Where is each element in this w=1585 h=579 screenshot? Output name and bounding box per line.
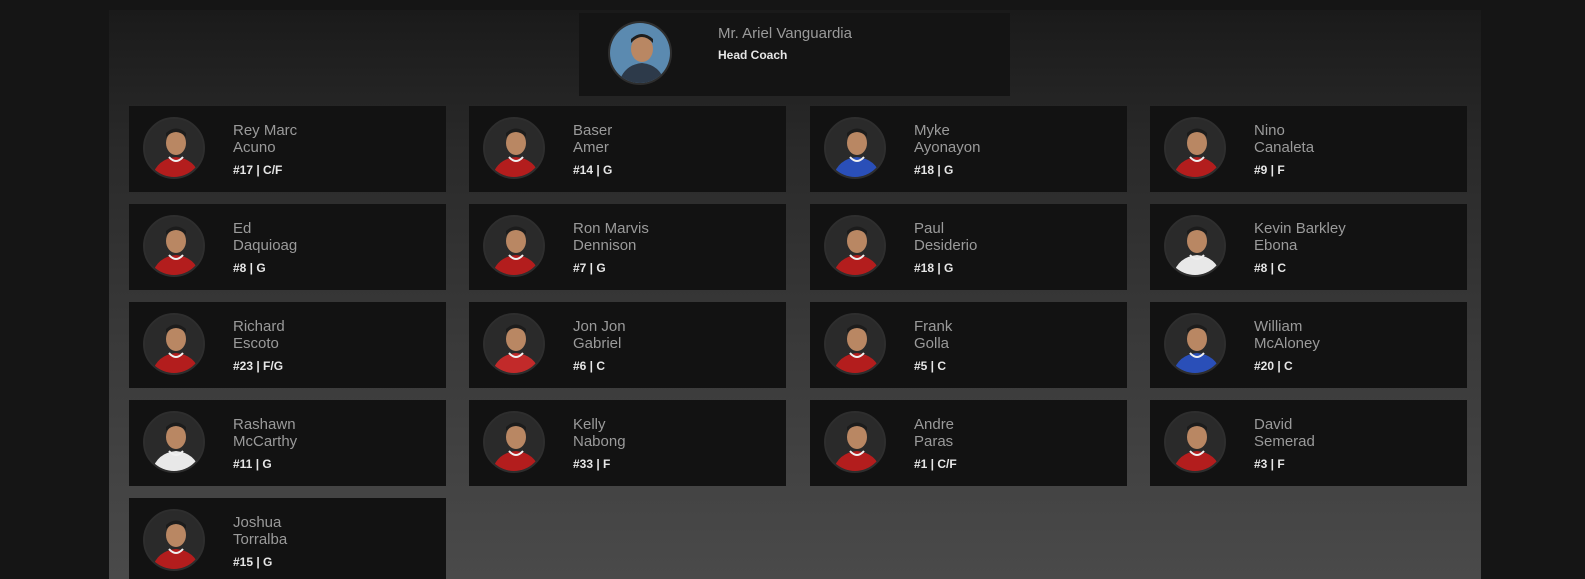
- player-avatar: [1164, 215, 1226, 277]
- player-number-position: #8 | G: [233, 261, 266, 275]
- player-number-position: #8 | C: [1254, 261, 1287, 275]
- player-card[interactable]: Kelly Nabong #33 | F: [469, 400, 786, 486]
- player-number-position: #33 | F: [573, 457, 611, 471]
- player-card[interactable]: Kevin Barkley Ebona #8 | C: [1150, 204, 1467, 290]
- player-name: Ed Daquioag: [233, 220, 298, 254]
- player-avatar: [143, 215, 205, 277]
- player-avatar: [483, 117, 545, 179]
- player-number-position: #18 | G: [914, 261, 954, 275]
- player-name: Rey Marc Acuno: [233, 122, 298, 156]
- player-card[interactable]: Baser Amer #14 | G: [469, 106, 786, 192]
- player-name: Myke Ayonayon: [914, 122, 981, 156]
- player-number-position: #20 | C: [1254, 359, 1293, 373]
- player-number-position: #17 | C/F: [233, 163, 283, 177]
- player-avatar: [483, 313, 545, 375]
- player-number-position: #6 | C: [573, 359, 606, 373]
- player-name: Nino Canaleta: [1254, 122, 1315, 156]
- player-card[interactable]: Rey Marc Acuno #17 | C/F: [129, 106, 446, 192]
- player-name: Joshua Torralba: [233, 514, 288, 548]
- player-card[interactable]: Andre Paras #1 | C/F: [810, 400, 1127, 486]
- player-number-position: #9 | F: [1254, 163, 1285, 177]
- player-name: Frank Golla: [914, 318, 953, 352]
- player-avatar: [143, 117, 205, 179]
- player-number-position: #3 | F: [1254, 457, 1285, 471]
- player-name: William McAloney: [1254, 318, 1320, 352]
- player-name: Baser Amer: [573, 122, 613, 156]
- player-card[interactable]: Paul Desiderio #18 | G: [810, 204, 1127, 290]
- player-avatar: [143, 411, 205, 473]
- player-card[interactable]: Ed Daquioag #8 | G: [129, 204, 446, 290]
- player-avatar: [824, 117, 886, 179]
- player-card[interactable]: Joshua Torralba #15 | G: [129, 498, 446, 579]
- player-avatar: [1164, 411, 1226, 473]
- player-card[interactable]: Jon Jon Gabriel #6 | C: [469, 302, 786, 388]
- player-avatar: [824, 215, 886, 277]
- player-name: Rashawn McCarthy: [233, 416, 298, 450]
- player-avatar: [1164, 117, 1226, 179]
- coach-name: Mr. Ariel Vanguardia: [718, 25, 852, 42]
- player-avatar: [824, 411, 886, 473]
- player-card[interactable]: William McAloney #20 | C: [1150, 302, 1467, 388]
- player-avatar: [143, 313, 205, 375]
- player-avatar: [483, 215, 545, 277]
- player-number-position: #5 | C: [914, 359, 947, 373]
- coach-avatar: [608, 21, 672, 85]
- player-card[interactable]: Ron Marvis Dennison #7 | G: [469, 204, 786, 290]
- player-card[interactable]: Nino Canaleta #9 | F: [1150, 106, 1467, 192]
- player-avatar: [1164, 313, 1226, 375]
- player-card[interactable]: Frank Golla #5 | C: [810, 302, 1127, 388]
- player-name: Jon Jon Gabriel: [573, 318, 626, 352]
- player-card[interactable]: David Semerad #3 | F: [1150, 400, 1467, 486]
- player-number-position: #15 | G: [233, 555, 273, 569]
- player-name: Kevin Barkley Ebona: [1254, 220, 1346, 254]
- coach-card[interactable]: Mr. Ariel Vanguardia Head Coach: [579, 13, 1010, 96]
- player-number-position: #1 | C/F: [914, 457, 957, 471]
- player-number-position: #18 | G: [914, 163, 954, 177]
- player-avatar: [483, 411, 545, 473]
- player-number-position: #11 | G: [233, 457, 272, 471]
- player-name: Andre Paras: [914, 416, 955, 450]
- player-name: Richard Escoto: [233, 318, 285, 352]
- roster-page: Mr. Ariel Vanguardia Head Coach Rey Marc…: [0, 0, 1585, 579]
- player-card[interactable]: Rashawn McCarthy #11 | G: [129, 400, 446, 486]
- player-card[interactable]: Myke Ayonayon #18 | G: [810, 106, 1127, 192]
- player-name: David Semerad: [1254, 416, 1315, 450]
- player-name: Paul Desiderio: [914, 220, 978, 254]
- player-name: Ron Marvis Dennison: [573, 220, 649, 254]
- player-avatar: [143, 509, 205, 571]
- player-avatar: [824, 313, 886, 375]
- player-number-position: #7 | G: [573, 261, 606, 275]
- player-card[interactable]: Richard Escoto #23 | F/G: [129, 302, 446, 388]
- player-number-position: #23 | F/G: [233, 359, 284, 373]
- coach-role: Head Coach: [718, 48, 788, 62]
- player-name: Kelly Nabong: [573, 416, 626, 450]
- player-number-position: #14 | G: [573, 163, 613, 177]
